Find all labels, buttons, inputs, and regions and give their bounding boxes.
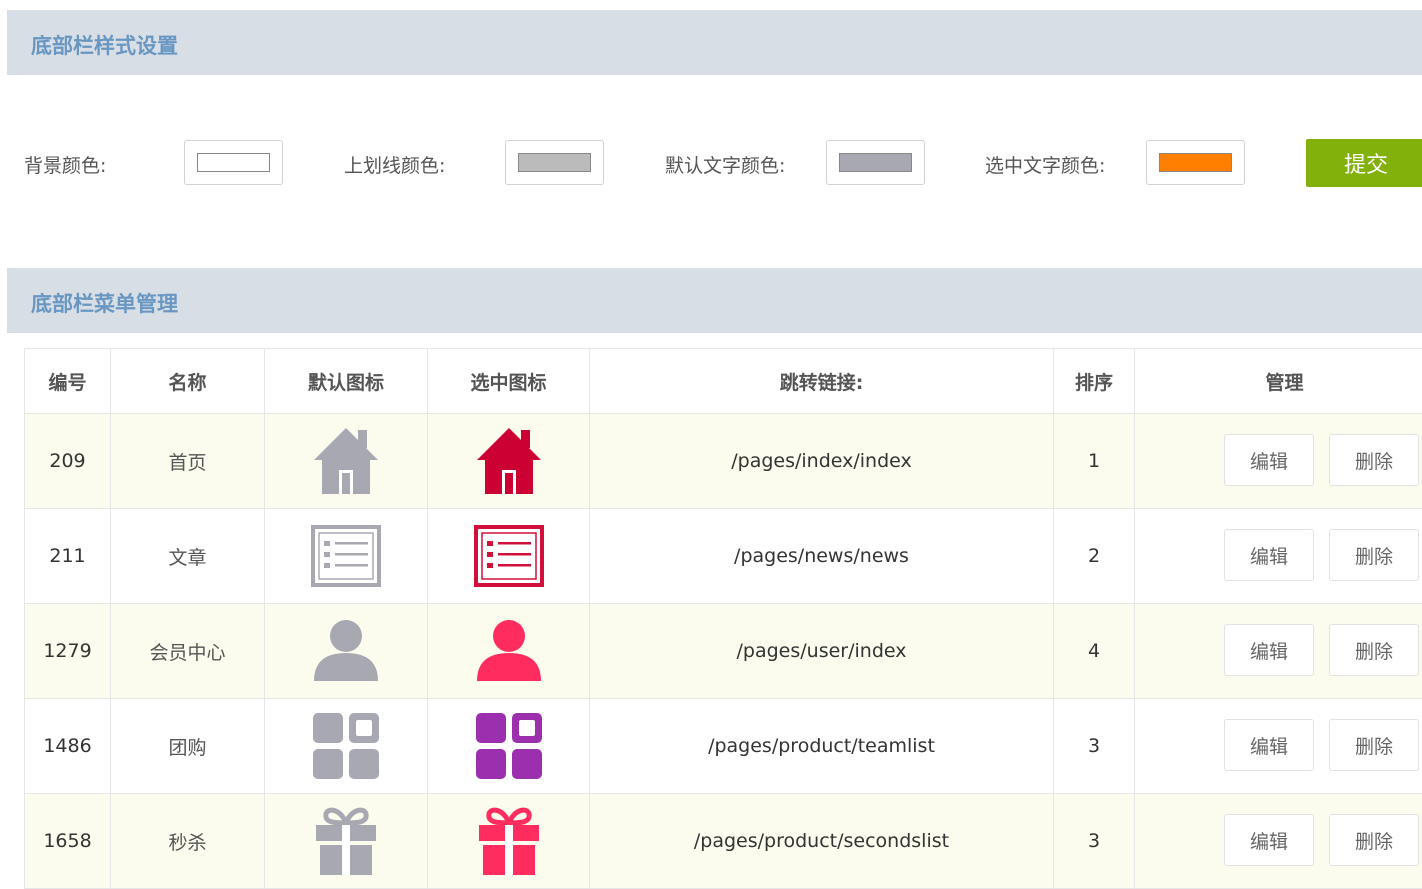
- row-link: /pages/product/teamlist: [590, 699, 1054, 794]
- menu-table: 编号 名称 默认图标 选中图标 跳转链接: 排序 管理 209首页/pages/…: [24, 348, 1422, 889]
- selected-home-icon: [428, 426, 589, 496]
- row-sort: 1: [1054, 414, 1135, 509]
- overline-color-picker[interactable]: [505, 140, 604, 185]
- delete-button[interactable]: 删除: [1329, 624, 1419, 676]
- col-link-header: 跳转链接:: [590, 349, 1054, 414]
- row-id: 211: [25, 509, 111, 604]
- table-row: 1486团购/pages/product/teamlist3编辑删除: [25, 699, 1422, 794]
- row-name: 团购: [111, 699, 265, 794]
- col-manage-header: 管理: [1135, 349, 1422, 414]
- row-sort: 4: [1054, 604, 1135, 699]
- selected-gift-icon: [428, 805, 589, 877]
- selected-grid-icon: [428, 711, 589, 781]
- row-name: 秒杀: [111, 794, 265, 889]
- selected-text-color-picker[interactable]: [1146, 140, 1245, 185]
- table-row: 1279会员中心/pages/user/index4编辑删除: [25, 604, 1422, 699]
- default-grid-icon: [265, 711, 427, 781]
- row-selected-icon-cell: [428, 699, 590, 794]
- row-default-icon-cell: [265, 414, 428, 509]
- row-selected-icon-cell: [428, 604, 590, 699]
- edit-button[interactable]: 编辑: [1224, 529, 1314, 581]
- row-actions: 编辑删除: [1135, 604, 1422, 699]
- delete-button[interactable]: 删除: [1329, 719, 1419, 771]
- edit-button[interactable]: 编辑: [1224, 814, 1314, 866]
- row-link: /pages/user/index: [590, 604, 1054, 699]
- bg-color-label: 背景颜色:: [24, 151, 106, 178]
- style-settings-title: 底部栏样式设置: [31, 30, 178, 60]
- row-actions: 编辑删除: [1135, 414, 1422, 509]
- menu-management-header: 底部栏菜单管理: [7, 268, 1422, 333]
- default-text-color-picker[interactable]: [826, 140, 925, 185]
- submit-button[interactable]: 提交: [1306, 139, 1422, 187]
- table-row: 211文章/pages/news/news2编辑删除: [25, 509, 1422, 604]
- row-link: /pages/product/secondslist: [590, 794, 1054, 889]
- default-list-icon: [265, 525, 427, 587]
- style-settings-header: 底部栏样式设置: [7, 10, 1422, 75]
- row-actions: 编辑删除: [1135, 794, 1422, 889]
- row-id: 209: [25, 414, 111, 509]
- row-name: 文章: [111, 509, 265, 604]
- default-user-icon: [265, 619, 427, 683]
- menu-management-title: 底部栏菜单管理: [31, 288, 178, 318]
- col-sort-header: 排序: [1054, 349, 1135, 414]
- row-default-icon-cell: [265, 509, 428, 604]
- col-name-header: 名称: [111, 349, 265, 414]
- row-link: /pages/news/news: [590, 509, 1054, 604]
- table-row: 1658秒杀/pages/product/secondslist3编辑删除: [25, 794, 1422, 889]
- selected-user-icon: [428, 619, 589, 683]
- row-name: 首页: [111, 414, 265, 509]
- col-id-header: 编号: [25, 349, 111, 414]
- selected-text-color-label: 选中文字颜色:: [985, 151, 1105, 178]
- bg-color-picker[interactable]: [184, 140, 283, 185]
- delete-button[interactable]: 删除: [1329, 529, 1419, 581]
- row-name: 会员中心: [111, 604, 265, 699]
- col-default-icon-header: 默认图标: [265, 349, 428, 414]
- row-id: 1486: [25, 699, 111, 794]
- overline-color-swatch: [518, 153, 591, 172]
- default-gift-icon: [265, 805, 427, 877]
- overline-color-label: 上划线颜色:: [344, 151, 445, 178]
- row-actions: 编辑删除: [1135, 699, 1422, 794]
- delete-button[interactable]: 删除: [1329, 434, 1419, 486]
- row-id: 1279: [25, 604, 111, 699]
- row-sort: 3: [1054, 794, 1135, 889]
- row-selected-icon-cell: [428, 794, 590, 889]
- row-actions: 编辑删除: [1135, 509, 1422, 604]
- row-default-icon-cell: [265, 699, 428, 794]
- col-selected-icon-header: 选中图标: [428, 349, 590, 414]
- row-selected-icon-cell: [428, 509, 590, 604]
- bg-color-swatch: [197, 153, 270, 172]
- row-link: /pages/index/index: [590, 414, 1054, 509]
- row-default-icon-cell: [265, 604, 428, 699]
- row-selected-icon-cell: [428, 414, 590, 509]
- edit-button[interactable]: 编辑: [1224, 434, 1314, 486]
- row-id: 1658: [25, 794, 111, 889]
- default-text-color-swatch: [839, 153, 912, 172]
- selected-list-icon: [428, 525, 589, 587]
- default-home-icon: [265, 426, 427, 496]
- style-settings-form: 背景颜色: 上划线颜色: 默认文字颜色: 选中文字颜色: 提交: [0, 139, 1422, 187]
- table-header-row: 编号 名称 默认图标 选中图标 跳转链接: 排序 管理: [25, 349, 1422, 414]
- edit-button[interactable]: 编辑: [1224, 719, 1314, 771]
- edit-button[interactable]: 编辑: [1224, 624, 1314, 676]
- delete-button[interactable]: 删除: [1329, 814, 1419, 866]
- table-row: 209首页/pages/index/index1编辑删除: [25, 414, 1422, 509]
- row-default-icon-cell: [265, 794, 428, 889]
- row-sort: 2: [1054, 509, 1135, 604]
- row-sort: 3: [1054, 699, 1135, 794]
- default-text-color-label: 默认文字颜色:: [665, 151, 785, 178]
- selected-text-color-swatch: [1159, 153, 1232, 172]
